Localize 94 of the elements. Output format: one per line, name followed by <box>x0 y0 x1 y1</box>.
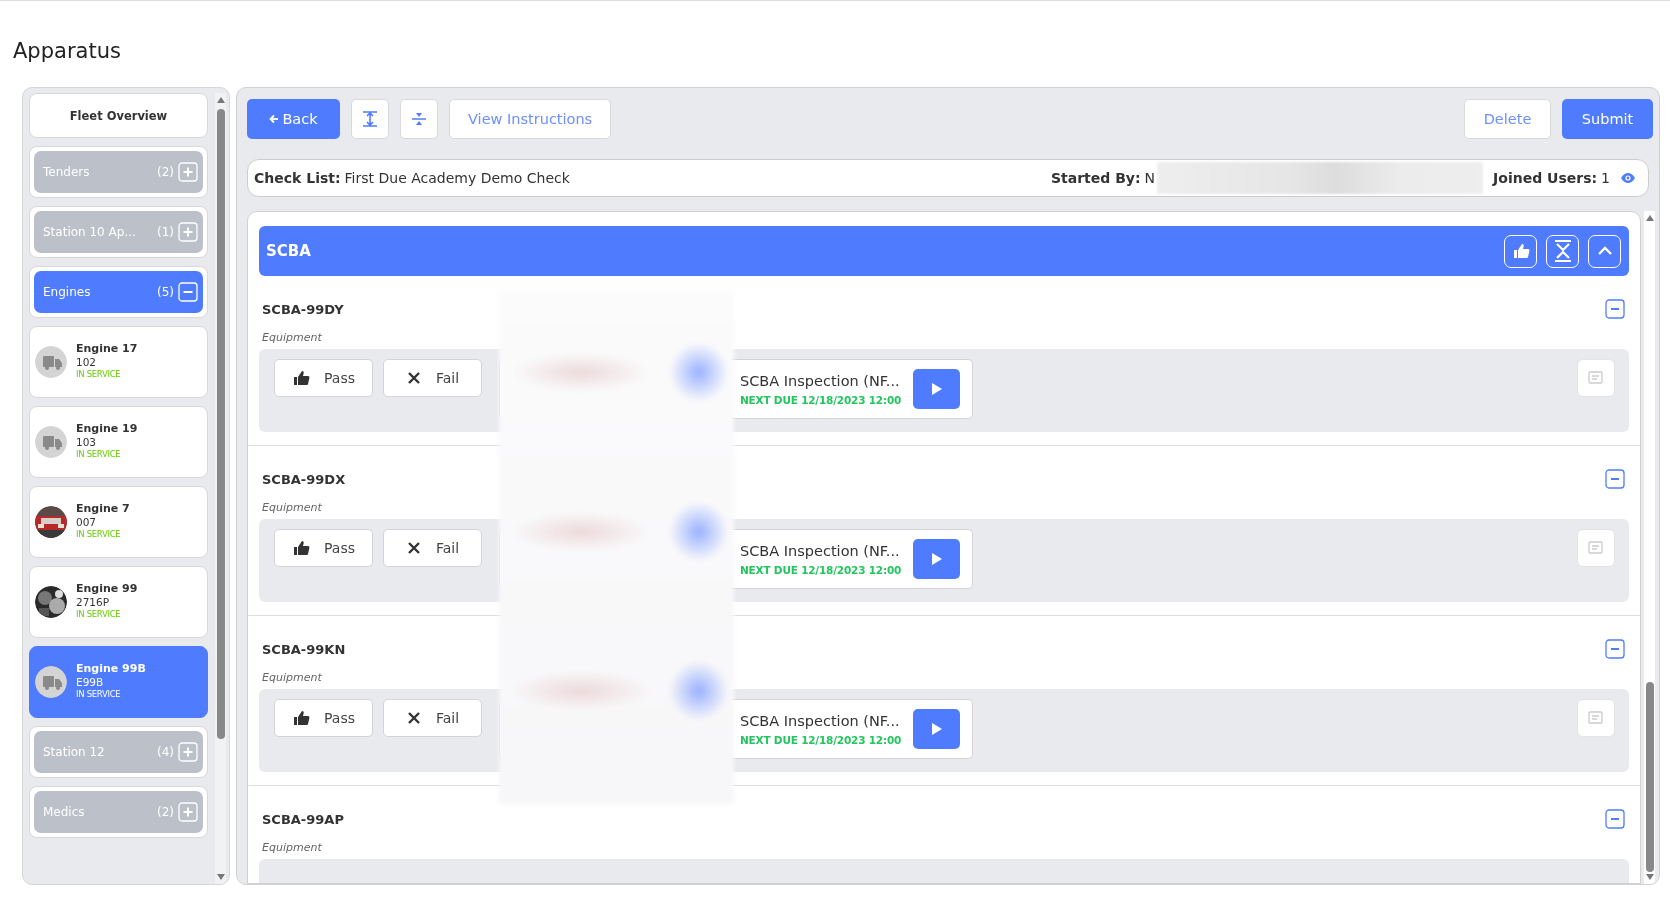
pass-all-button[interactable] <box>1504 234 1537 268</box>
fail-button[interactable]: Fail <box>383 359 482 397</box>
vehicle-card[interactable]: Engine 99B E99B IN SERVICE <box>29 646 208 718</box>
vehicle-card[interactable]: Engine 17 102 IN SERVICE <box>29 326 208 398</box>
vehicle-number: E99B <box>76 676 105 688</box>
next-due-label: NEXT DUE 12/18/2023 12:00 <box>740 563 903 576</box>
vehicle-card[interactable]: Engine 99 2716P IN SERVICE <box>29 566 208 638</box>
page-title: Apparatus <box>13 38 121 65</box>
expand-all-button[interactable] <box>351 99 389 139</box>
pass-button[interactable]: Pass <box>274 699 373 737</box>
expand-vertical-icon <box>361 110 379 128</box>
play-button[interactable] <box>913 539 960 579</box>
thumbs-up-icon <box>292 539 310 557</box>
section-title: SCBA <box>266 242 311 260</box>
group-label: Tenders <box>43 165 91 179</box>
minus-icon[interactable] <box>1605 809 1625 829</box>
play-button[interactable] <box>913 709 960 749</box>
status-label: IN SERVICE <box>76 369 122 379</box>
minus-icon[interactable] <box>1605 469 1625 489</box>
fail-button[interactable]: Fail <box>383 529 482 567</box>
scrollbar[interactable] <box>1644 211 1655 884</box>
group-count: (4) <box>157 745 174 759</box>
pass-button[interactable]: Pass <box>274 529 373 567</box>
vehicle-number: 103 <box>76 436 98 448</box>
status-label: IN SERVICE <box>76 529 122 539</box>
scrollbar[interactable] <box>215 93 226 884</box>
note-icon <box>1587 370 1605 386</box>
collapse-vertical-icon <box>410 110 428 128</box>
fleet-overview-item[interactable]: Fleet Overview <box>29 93 208 138</box>
group-header[interactable]: Engines (5) <box>34 271 203 313</box>
joined-users-label: Joined Users: <box>1493 170 1598 186</box>
note-icon <box>1587 540 1605 556</box>
equipment-label: Equipment <box>261 671 323 685</box>
play-icon <box>930 552 943 566</box>
arrow-left-icon <box>269 114 280 124</box>
status-label: IN SERVICE <box>76 689 122 699</box>
status-label: IN SERVICE <box>76 609 122 619</box>
vehicle-name: Engine 7 <box>76 502 130 515</box>
group-count: (2) <box>157 165 174 179</box>
joined-users-count: 1 <box>1601 170 1610 186</box>
thumbs-up-icon <box>292 709 310 727</box>
vehicle-name: Engine 17 <box>76 342 138 355</box>
minus-icon[interactable] <box>1605 299 1625 319</box>
group-label: Station 10 Ap... <box>43 225 137 239</box>
collapse-all-button[interactable] <box>400 99 438 139</box>
equipment-label: Equipment <box>261 331 323 345</box>
pass-button[interactable]: Pass <box>274 359 373 397</box>
play-icon <box>930 382 943 396</box>
submit-button[interactable]: Submit <box>1562 99 1653 139</box>
play-button[interactable] <box>913 369 960 409</box>
group-label: Station 12 <box>43 745 106 759</box>
inspection-title: SCBA Inspection (NF... <box>740 372 901 389</box>
equipment-label: Equipment <box>261 501 323 515</box>
vehicle-name: Engine 19 <box>76 422 138 435</box>
note-icon <box>1587 710 1605 726</box>
status-label: IN SERVICE <box>76 449 122 459</box>
close-icon <box>405 370 422 386</box>
inspection-title: SCBA Inspection (NF... <box>740 712 901 729</box>
thumbs-up-icon <box>1511 242 1530 260</box>
vehicle-card[interactable]: Engine 19 103 IN SERVICE <box>29 406 208 478</box>
next-due-label: NEXT DUE 12/18/2023 12:00 <box>740 393 903 406</box>
close-icon <box>405 710 422 726</box>
back-button[interactable]: Back <box>247 99 340 139</box>
next-due-label: NEXT DUE 12/18/2023 12:00 <box>740 733 903 746</box>
started-by-label: Started By: <box>1050 170 1141 186</box>
play-icon <box>930 722 943 736</box>
collapse-button[interactable] <box>1588 234 1621 268</box>
group-count: (1) <box>157 225 174 239</box>
vehicle-name: Engine 99B <box>76 662 146 675</box>
inspection-title: SCBA Inspection (NF... <box>740 542 901 559</box>
equipment-name: SCBA-99KN <box>262 641 346 657</box>
minus-icon[interactable] <box>1605 639 1625 659</box>
vehicle-name: Engine 99 <box>76 582 138 595</box>
vehicle-number: 007 <box>76 516 98 528</box>
checklist-name: First Due Academy Demo Check <box>344 170 570 186</box>
fail-all-button[interactable] <box>1546 234 1579 268</box>
vehicle-number: 2716P <box>76 596 111 608</box>
vehicle-number: 102 <box>76 356 98 368</box>
group-label: Engines <box>43 285 92 299</box>
group-count: (5) <box>157 285 174 299</box>
group-count: (2) <box>157 805 174 819</box>
equipment-name: SCBA-99AP <box>262 811 344 827</box>
close-icon <box>405 540 422 556</box>
vehicle-card[interactable]: Engine 7 007 IN SERVICE <box>29 486 208 558</box>
equipment-name: SCBA-99DY <box>262 301 344 317</box>
collapse-icon[interactable] <box>178 282 198 302</box>
thumbs-up-icon <box>292 369 310 387</box>
fail-button[interactable]: Fail <box>383 699 482 737</box>
eye-icon <box>1620 172 1636 184</box>
checklist-label: Check List: <box>254 170 341 186</box>
started-by-value: N <box>1144 170 1156 186</box>
equipment-label: Equipment <box>261 841 323 855</box>
group-label: Medics <box>43 805 86 819</box>
equipment-name: SCBA-99DX <box>262 471 346 487</box>
